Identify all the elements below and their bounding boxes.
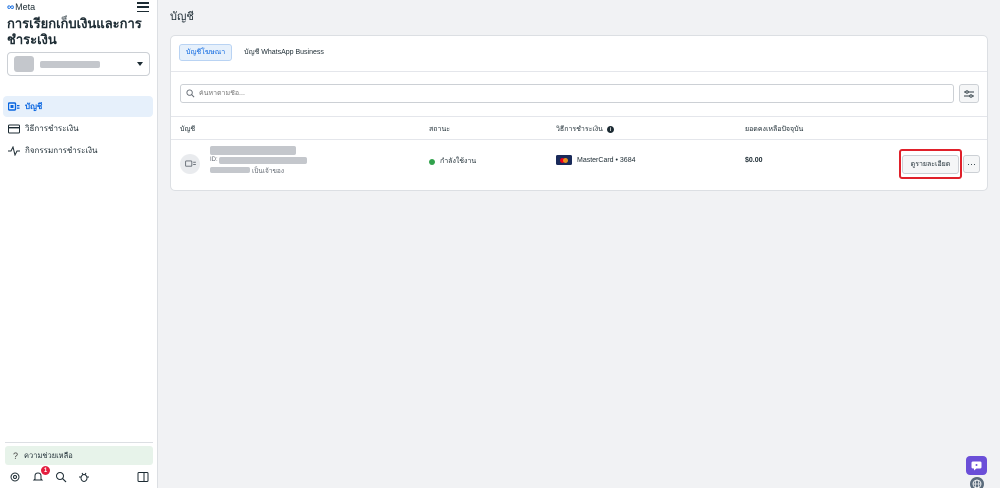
filter-button[interactable]: [959, 84, 979, 103]
tab-whatsapp-business[interactable]: บัญชี WhatsApp Business: [238, 44, 330, 61]
column-header-payment-label: วิธีการชำระเงิน: [556, 126, 603, 133]
sidebar-divider: [5, 442, 153, 443]
account-tabs: บัญชีโฆษณา บัญชี WhatsApp Business: [179, 44, 330, 61]
info-icon[interactable]: i: [606, 126, 614, 133]
app-title: การเรียกเก็บเงินและการชำระเงิน: [7, 16, 142, 47]
panel-toggle-icon[interactable]: [136, 470, 150, 484]
activity-icon: [8, 145, 20, 156]
account-id-redacted: [219, 157, 307, 164]
tab-ad-accounts[interactable]: บัญชีโฆษณา: [179, 44, 233, 61]
account-name-redacted: [210, 146, 296, 155]
settings-gear-icon[interactable]: [8, 470, 22, 484]
sidebar: ∞ Meta การเรียกเก็บเงินและการชำระเงิน บั…: [0, 0, 158, 488]
sidebar-footer: 1: [8, 466, 150, 485]
owner-label: เป็นเจ้าของ: [252, 168, 284, 175]
column-header-account: บัญชี: [180, 126, 196, 133]
more-options-button[interactable]: ···: [963, 155, 980, 173]
header-divider: [171, 139, 987, 140]
sidebar-item-payment-activity[interactable]: กิจกรรมการชำระเงิน: [3, 140, 153, 161]
account-id-label: ID:: [210, 157, 218, 163]
globe-language-icon[interactable]: [970, 477, 984, 488]
sidebar-item-label: กิจกรรมการชำระเงิน: [25, 146, 98, 155]
chat-bubble-icon: [971, 461, 982, 470]
sidebar-item-payment-methods[interactable]: วิธีการชำระเงิน: [3, 118, 153, 139]
ad-account-icon: [180, 154, 200, 174]
chevron-down-icon: [137, 62, 143, 66]
sidebar-item-accounts[interactable]: บัญชี: [3, 96, 153, 117]
meta-brand: ∞ Meta: [7, 1, 36, 13]
tabs-divider: [171, 71, 987, 72]
status-label: กำลังใช้งาน: [440, 158, 477, 165]
view-details-highlight[interactable]: ดูรายละเอียด: [899, 149, 962, 179]
column-header-payment-method: วิธีการชำระเงิน i: [556, 124, 614, 135]
credit-card-icon: [8, 124, 20, 134]
business-avatar: [14, 56, 34, 72]
menu-toggle-icon[interactable]: [137, 2, 149, 12]
search-input[interactable]: [199, 90, 899, 97]
accounts-card: บัญชีโฆษณา บัญชี WhatsApp Business บัญชี…: [170, 35, 988, 191]
chat-support-button[interactable]: [966, 456, 987, 475]
mastercard-icon: [556, 155, 572, 165]
help-label: ความช่วยเหลือ: [24, 450, 73, 460]
status-badge: กำลังใช้งาน: [429, 156, 476, 167]
status-active-dot-icon: [429, 158, 435, 165]
help-icon: ?: [13, 450, 19, 461]
search-divider: [171, 116, 987, 117]
filter-sliders-icon: [964, 89, 974, 98]
business-name-redacted: [40, 60, 100, 68]
column-header-status: สถานะ: [429, 126, 450, 133]
help-button[interactable]: ? ความช่วยเหลือ: [5, 446, 153, 465]
notification-badge: 1: [41, 466, 50, 475]
page-title: บัญชี: [170, 11, 194, 23]
meta-logo-icon: ∞: [7, 1, 14, 13]
column-header-balance: ยอดคงเหลือปัจจุบัน: [745, 126, 804, 133]
search-icon: [186, 89, 195, 98]
sidebar-item-label: วิธีการชำระเงิน: [25, 124, 79, 133]
payment-method: MasterCard • 3684: [556, 155, 635, 165]
sidebar-item-label: บัญชี: [25, 102, 43, 111]
current-balance: $0.00: [745, 157, 763, 164]
search-icon[interactable]: [54, 470, 68, 484]
payment-method-label: MasterCard • 3684: [577, 156, 636, 164]
owner-name-redacted: [210, 167, 250, 173]
view-details-button[interactable]: ดูรายละเอียด: [901, 154, 960, 174]
sidebar-nav: บัญชี วิธีการชำระเงิน กิจกรรมการชำระเงิน: [3, 96, 153, 162]
table-row: ID: เป็นเจ้าของ กำลังใช้งาน MasterCard •…: [171, 142, 987, 186]
search-box[interactable]: [180, 84, 954, 103]
meta-brand-name: Meta: [15, 2, 36, 12]
notifications-bell-icon[interactable]: 1: [31, 466, 50, 484]
bug-report-icon[interactable]: [77, 470, 91, 484]
accounts-icon: [8, 101, 20, 112]
business-selector[interactable]: [7, 52, 150, 76]
